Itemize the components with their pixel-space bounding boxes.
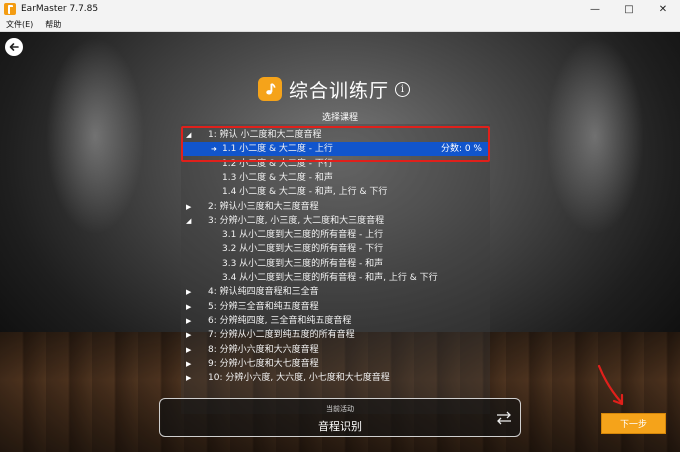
lesson-item[interactable]: 1.3 小二度 & 大二度 - 和声 <box>181 171 490 185</box>
spotlight-right <box>520 32 670 292</box>
expand-triangle-icon[interactable]: ▶ <box>186 328 191 342</box>
tree-item-label: 1.4 小二度 & 大二度 - 和声, 上行 & 下行 <box>222 187 388 198</box>
tree-item-label: 1.3 小二度 & 大二度 - 和声 <box>222 172 333 183</box>
lesson-item[interactable]: 3.2 从小二度到大三度的所有音程 - 下行 <box>181 242 490 256</box>
expand-triangle-icon[interactable]: ▶ <box>186 314 191 328</box>
course-group-item[interactable]: ▶ 8: 分辨小六度和大六度音程 <box>181 343 490 357</box>
next-step-button[interactable]: 下一步 <box>601 413 666 434</box>
expand-triangle-icon[interactable]: ▶ <box>186 200 191 214</box>
expand-triangle-icon[interactable]: ▶ <box>186 285 191 299</box>
expand-triangle-icon[interactable]: ▶ <box>186 357 191 371</box>
menu-bar: 文件(E) 帮助 <box>0 18 680 32</box>
minimize-button[interactable]: — <box>578 0 612 18</box>
back-button[interactable] <box>5 38 23 56</box>
course-tree: ◢ 1: 辨认 小二度和大二度音程 ➜ 1.1 小二度 & 大二度 - 上行 分数: 0… <box>181 124 490 414</box>
current-activity-value: 音程识别 <box>318 420 362 433</box>
lesson-item[interactable]: 3.3 从小二度到大三度的所有音程 - 和声 <box>181 257 490 271</box>
current-activity-panel: 当前活动 音程识别 <box>159 398 521 437</box>
menu-help[interactable]: 帮助 <box>45 19 61 30</box>
tree-item-label: 1.1 小二度 & 大二度 - 上行 <box>222 144 333 155</box>
arrow-left-icon <box>9 43 19 51</box>
tree-item-label: 4: 辨认纯四度音程和三全音 <box>208 287 319 298</box>
expand-triangle-icon[interactable]: ▶ <box>186 300 191 314</box>
info-icon[interactable]: i <box>395 81 411 97</box>
course-group-item[interactable]: ▶ 5: 分辨三全音和纯五度音程 <box>181 300 490 314</box>
tree-item-label: 2: 辨认小三度和大三度音程 <box>208 201 319 212</box>
course-group-item[interactable]: ▶ 4: 辨认纯四度音程和三全音 <box>181 285 490 299</box>
expand-triangle-icon[interactable]: ▶ <box>186 371 191 385</box>
earmaster-app-icon <box>4 3 16 15</box>
title-bar: EarMaster 7.7.85 — □ ✕ <box>0 0 680 18</box>
tree-item-label: 3.4 从小二度到大三度的所有音程 - 和声, 上行 & 下行 <box>222 273 438 283</box>
lesson-score: 分数: 0 % <box>440 144 482 155</box>
lesson-item[interactable]: 3.4 从小二度到大三度的所有音程 - 和声, 上行 & 下行 <box>181 271 490 285</box>
spotlight-left <box>20 32 170 292</box>
lesson-item[interactable]: 3.1 从小二度到大三度的所有音程 - 上行 <box>181 228 490 242</box>
lesson-item[interactable]: ➜ 1.1 小二度 & 大二度 - 上行 分数: 0 % <box>181 142 490 157</box>
maximize-button[interactable]: □ <box>612 0 646 18</box>
tree-item-label: 1.2 小二度 & 大二度 - 下行 <box>222 158 333 169</box>
collapse-triangle-icon[interactable]: ◢ <box>186 214 191 228</box>
tree-item-label: 3.1 从小二度到大三度的所有音程 - 上行 <box>222 230 384 241</box>
tree-item-label: 6: 分辨纯四度, 三全音和纯五度音程 <box>208 315 352 326</box>
lesson-item[interactable]: 1.2 小二度 & 大二度 - 下行 <box>181 157 490 171</box>
page-header: 综合训练厅 i <box>258 74 411 104</box>
swap-arrows-icon[interactable] <box>495 409 513 427</box>
course-group-item[interactable]: ◢ 1: 辨认 小二度和大二度音程 <box>181 128 490 142</box>
expand-triangle-icon[interactable]: ▶ <box>186 343 191 357</box>
course-group-item[interactable]: ▶ 7: 分辨从小二度到纯五度的所有音程 <box>181 328 490 342</box>
collapse-triangle-icon[interactable]: ◢ <box>186 128 191 142</box>
course-group-item[interactable]: ▶ 9: 分辨小七度和大七度音程 <box>181 357 490 371</box>
current-activity-label: 当前活动 <box>326 405 354 413</box>
page-title: 综合训练厅 <box>289 79 390 102</box>
music-note-icon <box>258 77 282 101</box>
course-group-item[interactable]: ◢ 3: 分辨小二度, 小三度, 大二度和大三度音程 <box>181 214 490 228</box>
course-group-item[interactable]: ▶ 6: 分辨纯四度, 三全音和纯五度音程 <box>181 314 490 328</box>
tree-item-label: 1: 辨认 小二度和大二度音程 <box>208 130 322 140</box>
lesson-item[interactable]: 1.4 小二度 & 大二度 - 和声, 上行 & 下行 <box>181 185 490 199</box>
close-button[interactable]: ✕ <box>646 0 680 18</box>
current-lesson-arrow-icon: ➜ <box>211 145 217 154</box>
tree-item-label: 3.2 从小二度到大三度的所有音程 - 下行 <box>222 244 384 255</box>
tree-item-label: 10: 分辨小六度, 大六度, 小七度和大七度音程 <box>208 373 390 384</box>
tree-item-label: 8: 分辨小六度和大六度音程 <box>208 344 319 355</box>
window-title: EarMaster 7.7.85 <box>21 4 99 14</box>
select-course-label: 选择课程 <box>321 113 358 123</box>
tree-item-label: 5: 分辨三全音和纯五度音程 <box>208 301 319 312</box>
main-stage: 综合训练厅 i 选择课程 ◢ 1: 辨认 小二度和大二度音程 ➜ 1.1 小二度 & … <box>0 32 680 452</box>
tree-item-label: 7: 分辨从小二度到纯五度的所有音程 <box>208 330 355 341</box>
menu-file[interactable]: 文件(E) <box>6 19 33 30</box>
tree-item-label: 3.3 从小二度到大三度的所有音程 - 和声 <box>222 258 384 269</box>
tree-item-label: 9: 分辨小七度和大七度音程 <box>208 358 319 369</box>
course-group-item[interactable]: ▶ 2: 辨认小三度和大三度音程 <box>181 200 490 214</box>
red-annotation-arrow <box>597 364 624 406</box>
course-group-item[interactable]: ▶ 10: 分辨小六度, 大六度, 小七度和大七度音程 <box>181 371 490 385</box>
tree-item-label: 3: 分辨小二度, 小三度, 大二度和大三度音程 <box>208 215 385 226</box>
